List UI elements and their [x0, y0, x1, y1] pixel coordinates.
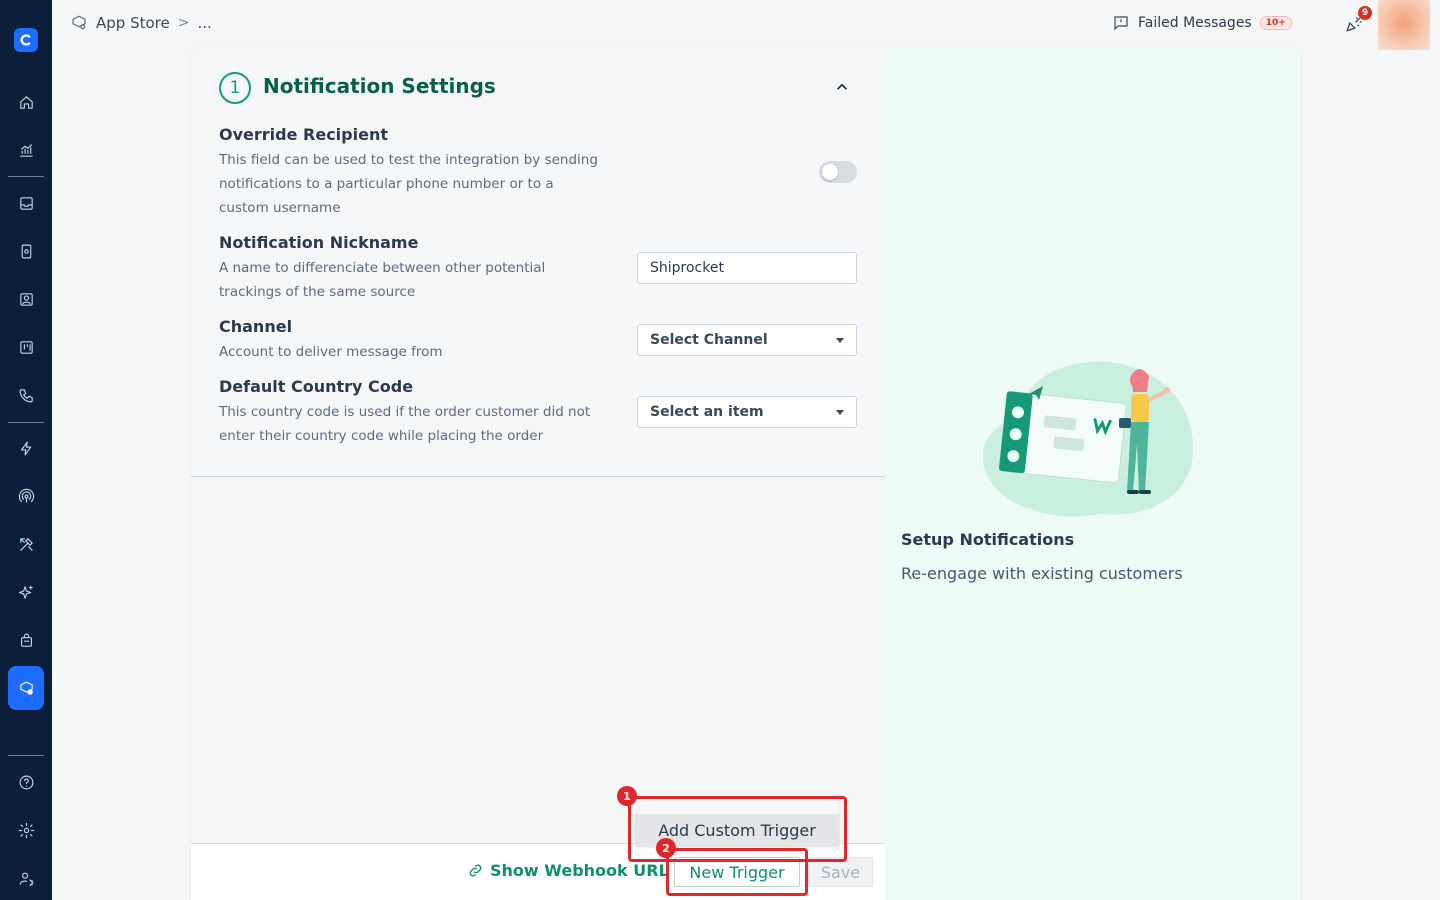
channel-label: Channel	[219, 317, 293, 336]
toggle-knob	[822, 164, 838, 180]
description-line: A name to differenciate between other po…	[219, 260, 546, 276]
app-store-icon[interactable]	[14, 676, 38, 700]
notifications-button[interactable]: 9	[1344, 6, 1372, 36]
breadcrumb-separator: >	[177, 15, 190, 31]
contacts-icon[interactable]	[14, 287, 38, 311]
broadcast-icon[interactable]	[14, 484, 38, 508]
failed-messages-button[interactable]: Failed Messages 10+	[1112, 14, 1292, 32]
override-recipient-description: This field can be used to test the integ…	[219, 148, 619, 220]
integration-settings-card: 1 Notification Settings Override Recipie…	[191, 48, 1301, 900]
failed-count-badge: 10+	[1259, 16, 1292, 30]
country-code-label: Default Country Code	[219, 377, 414, 396]
help-icon[interactable]	[14, 770, 38, 794]
description-line: notifications to a particular phone numb…	[219, 176, 554, 192]
channel-select-value: Select Channel	[650, 332, 768, 348]
description-line: This country code is used if the order c…	[219, 404, 591, 420]
promo-subtitle: Re-engage with existing customers	[901, 564, 1183, 583]
link-icon	[469, 864, 482, 877]
promo-title: Setup Notifications	[901, 530, 1075, 549]
country-code-select-value: Select an item	[650, 404, 764, 420]
step-number: 1	[219, 72, 251, 104]
settings-icon[interactable]	[14, 818, 38, 842]
breadcrumb-root[interactable]: App Store	[96, 14, 170, 32]
tools-icon[interactable]	[14, 532, 38, 556]
analytics-icon[interactable]	[14, 138, 38, 162]
country-code-description: This country code is used if the order c…	[219, 400, 619, 448]
phone-icon[interactable]	[14, 383, 38, 407]
description-line: trackings of the same source	[219, 284, 416, 300]
channel-description: Account to deliver message from	[219, 340, 619, 364]
notification-count-badge: 9	[1358, 6, 1372, 20]
section-title: Notification Settings	[263, 74, 496, 98]
country-code-select[interactable]: Select an item	[637, 396, 857, 428]
section-divider	[191, 476, 885, 477]
home-icon[interactable]	[14, 90, 38, 114]
team-icon[interactable]	[14, 866, 38, 890]
app-store-icon	[72, 15, 86, 30]
sidebar-divider	[8, 755, 44, 756]
notification-illustration	[982, 361, 1194, 517]
failed-messages-label: Failed Messages	[1138, 15, 1252, 31]
breadcrumb-current[interactable]: ...	[197, 14, 211, 32]
channel-select[interactable]: Select Channel	[637, 324, 857, 356]
collapse-button[interactable]	[833, 78, 853, 98]
message-alert-icon	[1114, 16, 1128, 31]
override-recipient-label: Override Recipient	[219, 125, 388, 144]
nickname-description: A name to differenciate between other po…	[219, 256, 619, 304]
description-line: This field can be used to test the integ…	[219, 152, 598, 168]
bag-icon[interactable]	[14, 628, 38, 652]
sidebar-divider	[8, 176, 44, 177]
avatar[interactable]	[1378, 0, 1430, 50]
nickname-input[interactable]	[637, 252, 857, 284]
promo-panel: Setup Notifications Re-engage with exist…	[885, 48, 1301, 900]
caret-down-icon	[836, 337, 844, 343]
nickname-label: Notification Nickname	[219, 233, 419, 252]
breadcrumb: App Store > ...	[70, 14, 212, 32]
ai-sparkle-icon[interactable]	[14, 580, 38, 604]
show-webhook-url-link[interactable]: Show Webhook URL	[467, 861, 669, 880]
settings-panel: 1 Notification Settings Override Recipie…	[191, 48, 885, 900]
description-line: Account to deliver message from	[219, 344, 443, 360]
highlight-box-2	[666, 848, 808, 896]
override-recipient-toggle[interactable]	[819, 161, 857, 183]
board-icon[interactable]	[14, 335, 38, 359]
caret-down-icon	[836, 409, 844, 415]
inbox-icon[interactable]	[14, 191, 38, 215]
description-line: enter their country code while placing t…	[219, 428, 544, 444]
webhook-label: Show Webhook URL	[490, 861, 669, 880]
highlight-marker-1: 1	[617, 786, 637, 806]
catalog-icon[interactable]	[14, 239, 38, 263]
top-bar: App Store > ... Failed Messages 10+ 9	[52, 0, 1440, 50]
chevron-up-icon	[836, 83, 848, 90]
sidebar	[0, 0, 52, 900]
automation-icon[interactable]	[14, 436, 38, 460]
description-line: custom username	[219, 200, 341, 216]
brand-logo[interactable]	[14, 28, 38, 52]
sidebar-divider	[8, 422, 44, 423]
highlight-marker-2: 2	[656, 838, 676, 858]
